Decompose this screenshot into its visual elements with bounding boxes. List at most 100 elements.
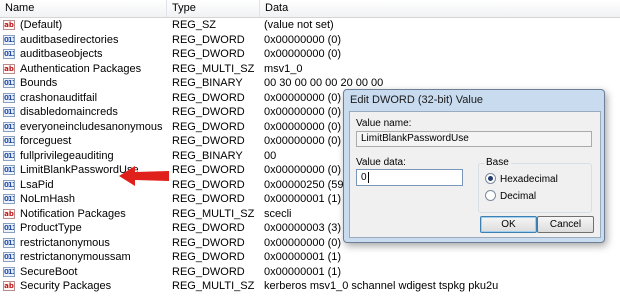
value-name: disabledomaincreds <box>20 106 118 118</box>
value-name-field: LimitBlankPasswordUse <box>356 131 592 147</box>
cancel-button[interactable]: Cancel <box>537 216 594 233</box>
value-name: forceguest <box>20 135 72 147</box>
binary-value-icon: 011 <box>3 49 15 59</box>
value-name-label: Value name: <box>356 118 412 129</box>
value-data: 0x00000000 (0) <box>264 164 342 176</box>
binary-value-icon: 011 <box>3 179 15 190</box>
value-data: 0x00000000 (0) <box>264 48 342 60</box>
list-item[interactable]: ab (Default) REG_SZ (value not set) <box>0 18 620 33</box>
value-type: REG_DWORD <box>172 164 245 176</box>
column-header-name[interactable]: Name <box>0 0 167 17</box>
value-type: REG_DWORD <box>172 236 245 249</box>
value-data: kerberos msv1_0 schannel wdigest tspkg p… <box>264 280 499 292</box>
radio-decimal[interactable]: Decimal <box>485 190 537 203</box>
list-item[interactable]: 011 auditbaseobjects REG_DWORD 0x00000000 (… <box>0 47 620 62</box>
value-name: everyoneincludesanonymous <box>20 120 163 133</box>
string-value-icon: ab <box>3 208 15 219</box>
value-data: 00 <box>264 149 277 162</box>
value-name: restrictanonymous <box>20 236 110 249</box>
binary-value-icon: 011 <box>3 223 15 233</box>
radio-hexadecimal-label: Hexadecimal <box>500 174 558 186</box>
value-data: (value not set) <box>264 19 334 31</box>
string-value-icon: ab <box>3 281 15 291</box>
value-type: REG_DWORD <box>172 106 245 118</box>
radio-hexadecimal[interactable]: Hexadecimal <box>485 173 558 186</box>
value-type: REG_DWORD <box>172 178 245 191</box>
value-data: 0x00000000 (0) <box>264 120 342 133</box>
value-type: REG_DWORD <box>172 265 245 278</box>
value-type: REG_DWORD <box>172 48 245 60</box>
list-item[interactable]: ab Authentication Packages REG_MULTI_SZ msv… <box>0 62 620 77</box>
value-name: Security Packages <box>20 280 112 292</box>
value-type: REG_DWORD <box>172 120 245 133</box>
binary-value-icon: 011 <box>3 252 15 262</box>
value-type: REG_DWORD <box>172 91 245 104</box>
value-type: REG_DWORD <box>172 251 245 263</box>
value-data: 0x00000000 (0) <box>264 236 342 249</box>
value-name: LsaPid <box>20 178 54 191</box>
value-name: auditbasedirectories <box>20 33 119 46</box>
edit-dword-dialog: Edit DWORD (32-bit) Value Value name: Li… <box>343 89 605 243</box>
value-name: auditbaseobjects <box>20 48 103 60</box>
value-type: REG_MULTI_SZ <box>172 207 255 220</box>
value-data: 0x00000000 (0) <box>264 135 342 147</box>
red-arrow-icon <box>119 166 169 186</box>
column-header-type[interactable]: Type <box>167 0 260 17</box>
value-name: SecureBoot <box>20 265 78 278</box>
string-value-icon: ab <box>3 20 15 30</box>
binary-value-icon: 011 <box>3 121 15 132</box>
value-type: REG_MULTI_SZ <box>172 62 255 75</box>
value-type: REG_MULTI_SZ <box>172 280 255 292</box>
text-caret <box>367 171 369 183</box>
value-name: Authentication Packages <box>20 62 142 75</box>
list-item[interactable]: 011 restrictanonymoussam REG_DWORD 0x000000… <box>0 250 620 265</box>
value-type: REG_DWORD <box>172 193 245 205</box>
column-header-data[interactable]: Data <box>260 0 620 17</box>
value-type: REG_DWORD <box>172 222 245 234</box>
dialog-title: Edit DWORD (32-bit) Value <box>350 94 484 106</box>
value-type: REG_SZ <box>172 19 217 31</box>
value-name: crashonauditfail <box>20 91 98 104</box>
value-data: 0x00000000 (0) <box>264 33 342 46</box>
list-item[interactable]: ab Security Packages REG_MULTI_SZ kerberos … <box>0 279 620 294</box>
value-type: REG_BINARY <box>172 77 243 89</box>
base-label: Base <box>484 157 511 168</box>
value-data-input[interactable]: 0 <box>356 169 463 186</box>
binary-value-icon: 011 <box>3 150 15 161</box>
value-name: Bounds <box>20 77 58 89</box>
value-data: 0x00000001 (1) <box>264 251 342 263</box>
string-value-icon: ab <box>3 63 15 74</box>
value-name: Notification Packages <box>20 207 126 220</box>
binary-value-icon: 011 <box>3 165 15 175</box>
value-data-label: Value data: <box>356 157 406 168</box>
radio-button-icon[interactable] <box>485 190 496 201</box>
value-type: REG_DWORD <box>172 135 245 147</box>
value-data: 0x00000000 (0) <box>264 91 342 104</box>
value-name: fullprivilegeauditing <box>20 149 114 162</box>
base-group: Base Hexadecimal Decimal <box>478 157 592 213</box>
value-data: 0x00000001 (1) <box>264 265 342 278</box>
value-data-text: 0 <box>361 172 367 183</box>
binary-value-icon: 011 <box>3 266 15 277</box>
binary-value-icon: 011 <box>3 194 15 204</box>
value-data: msv1_0 <box>264 62 303 75</box>
column-header: Name Type Data <box>0 0 620 18</box>
binary-value-icon: 011 <box>3 92 15 103</box>
binary-value-icon: 011 <box>3 34 15 45</box>
binary-value-icon: 011 <box>3 78 15 88</box>
binary-value-icon: 011 <box>3 107 15 117</box>
value-type: REG_DWORD <box>172 33 245 46</box>
list-item[interactable]: 011 SecureBoot REG_DWORD 0x00000001 (1) <box>0 265 620 280</box>
radio-decimal-label: Decimal <box>500 191 537 203</box>
value-type: REG_BINARY <box>172 149 243 162</box>
list-item[interactable]: 011 auditbasedirectories REG_DWORD 0x000000… <box>0 33 620 48</box>
value-data: 0x00000250 (592) <box>264 178 354 191</box>
binary-value-icon: 011 <box>3 237 15 248</box>
value-name: NoLmHash <box>20 193 76 205</box>
binary-value-icon: 011 <box>3 136 15 146</box>
value-data: scecli <box>264 207 292 220</box>
value-name: (Default) <box>20 19 63 31</box>
value-name: ProductType <box>20 222 82 234</box>
ok-button[interactable]: OK <box>480 216 537 233</box>
radio-button-icon[interactable] <box>485 173 496 184</box>
